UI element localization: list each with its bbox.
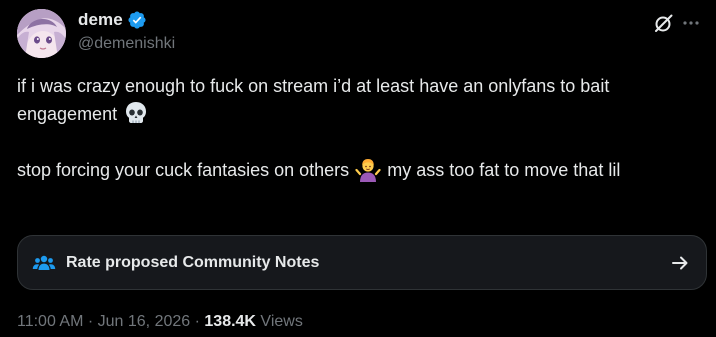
views-count[interactable]: 138.4K (204, 313, 256, 330)
people-icon (32, 255, 56, 270)
tweet-paragraph-1: if i was crazy enough to fuck on stream … (17, 72, 697, 128)
tweet-text: if i was crazy enough to fuck on stream … (17, 72, 697, 184)
more-options-icon[interactable] (679, 11, 703, 35)
grok-icon[interactable] (652, 11, 676, 35)
tweet-time[interactable]: 11:00 AM (17, 313, 83, 330)
views-label: Views (255, 313, 303, 330)
meta-separator: · (190, 313, 205, 330)
anime-avatar-icon (17, 9, 66, 58)
skull-emoji-icon (126, 102, 147, 123)
tweet-paragraph-2: stop forcing your cuck fantasies on othe… (17, 156, 697, 184)
verified-badge-icon[interactable] (127, 10, 147, 30)
tweet-line2-text-before: stop forcing your cuck fantasies on othe… (17, 160, 350, 180)
tweet-meta: 11:00 AM · Jun 16, 2026 · 138.4K Views (17, 313, 303, 331)
author-avatar[interactable] (17, 9, 66, 58)
arrow-right-icon (672, 256, 688, 270)
tweet: deme @demenishki if i was crazy enough t… (0, 0, 716, 337)
author-display-name[interactable]: deme (78, 10, 123, 30)
author-name-row: deme (78, 9, 147, 31)
rate-community-notes-label: Rate proposed Community Notes (66, 253, 320, 271)
rate-community-notes-card[interactable]: Rate proposed Community Notes (17, 235, 707, 290)
author-handle[interactable]: @demenishki (78, 35, 175, 53)
tweet-line1-text: if i was crazy enough to fuck on stream … (17, 76, 610, 124)
tweet-line2-text-after: my ass too fat to move that lil (387, 160, 621, 180)
person-shrugging-emoji-icon (355, 159, 381, 182)
meta-separator: · (83, 313, 98, 330)
tweet-date[interactable]: Jun 16, 2026 (98, 313, 191, 330)
